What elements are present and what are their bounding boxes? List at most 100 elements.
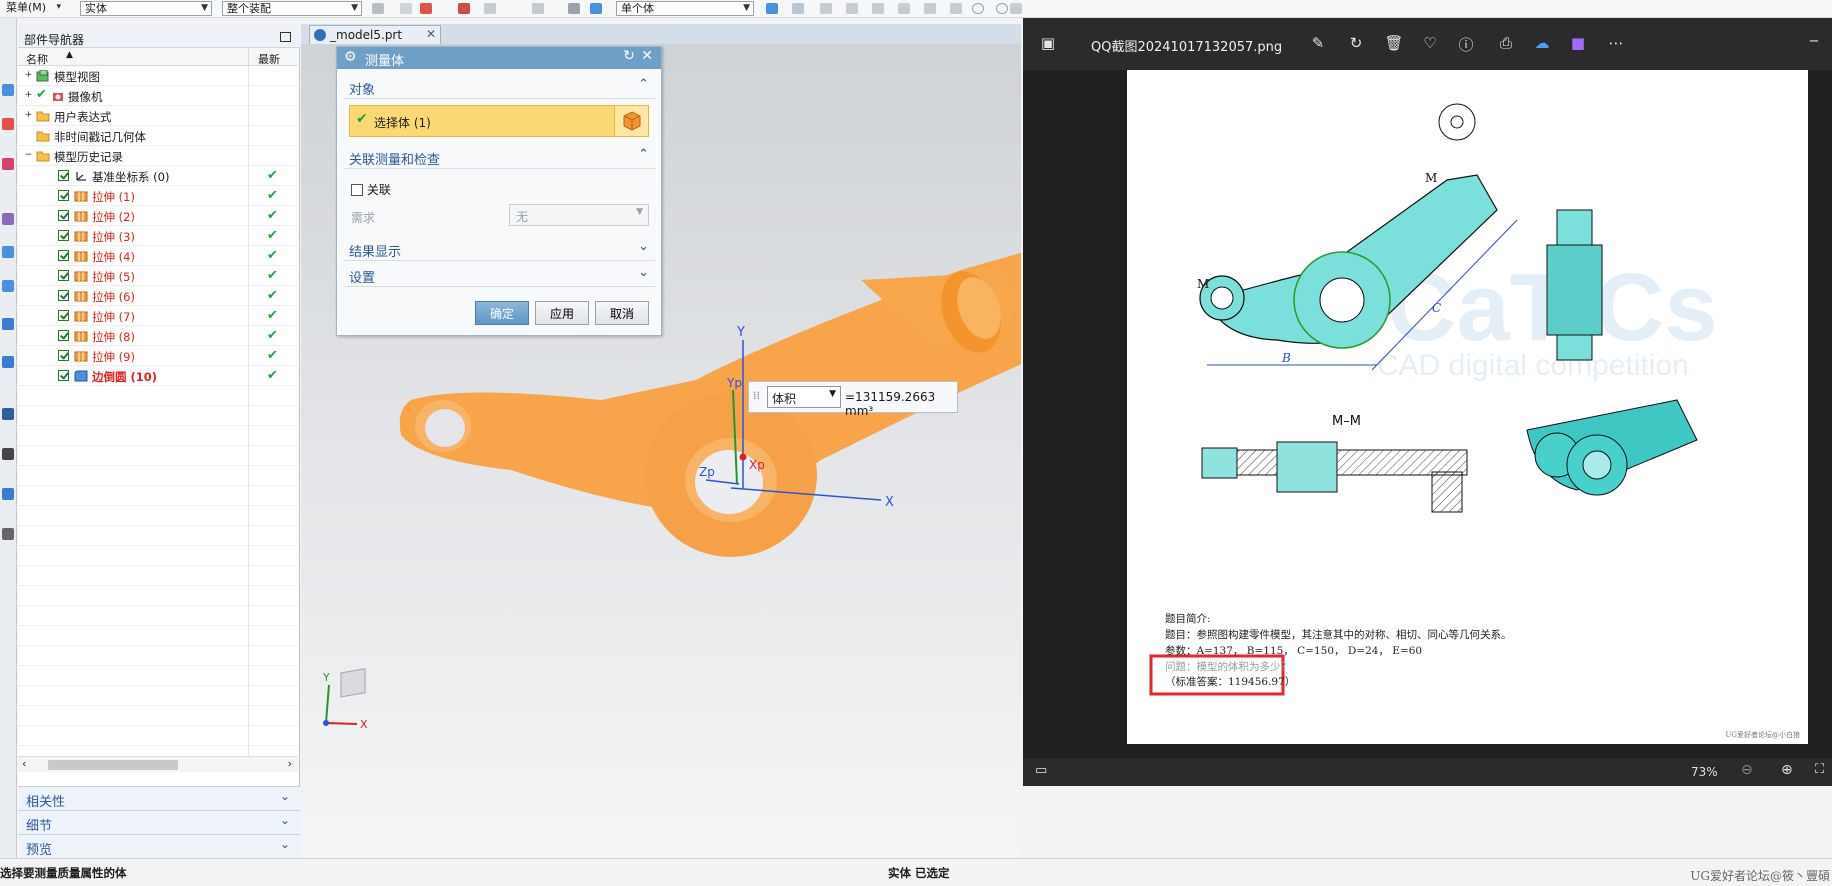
tree-row-extrude-6[interactable]: 拉伸 (6) ✔ [18, 286, 298, 306]
tree-row-model-history[interactable]: − 模型历史记录 [18, 146, 298, 166]
tree-row-user-expressions[interactable]: + 用户表达式 [18, 106, 298, 126]
tree-row-extrude-7[interactable]: 拉伸 (7) ✔ [18, 306, 298, 326]
info-icon[interactable]: ⓘ [1455, 34, 1477, 55]
tab-close-icon[interactable]: ✕ [426, 27, 436, 41]
ok-button[interactable]: 确定 [475, 301, 529, 325]
snap-spline-icon[interactable] [924, 3, 936, 14]
sort-ascending-icon[interactable]: ▲ [66, 50, 73, 60]
snap-point-icon[interactable] [1010, 3, 1022, 14]
horizontal-scrollbar[interactable]: ‹ › [18, 756, 298, 772]
maximize-icon[interactable] [280, 32, 291, 42]
assembly-nav-icon[interactable] [2, 84, 14, 96]
expand-icon[interactable]: + [24, 71, 33, 80]
reuse-library-icon[interactable] [2, 213, 14, 225]
apply-button[interactable]: 应用 [535, 301, 589, 325]
panel-details[interactable]: 细节 ⌄ [18, 810, 300, 834]
tree-row-cameras[interactable]: + ✔ 摄像机 [18, 86, 298, 106]
type-filter-select[interactable]: 实体 ▼ [80, 1, 212, 16]
part-nav-icon[interactable] [2, 158, 14, 170]
point-icon[interactable] [458, 3, 470, 14]
window-minimize-icon[interactable]: − [1803, 34, 1825, 49]
tab-model5[interactable]: _model5.prt ✕ [309, 25, 441, 44]
body-scope-select[interactable]: 单个体 ▼ [616, 1, 754, 16]
roles-icon[interactable] [2, 488, 14, 500]
visibility-checkbox[interactable] [58, 270, 69, 281]
snap-icon[interactable] [372, 3, 384, 14]
panel-preview[interactable]: 预览 ⌄ [18, 834, 300, 858]
measurement-type-select[interactable]: 体积 ▼ [767, 386, 841, 408]
visibility-checkbox[interactable] [58, 170, 69, 181]
visibility-checkbox[interactable] [58, 330, 69, 341]
collapse-icon[interactable]: − [24, 151, 33, 160]
section-settings[interactable]: 设置 ⌄ [343, 263, 655, 287]
tree-row-unused-geometry[interactable]: 非时间戳记几何体 [18, 126, 298, 146]
scrollbar-thumb[interactable] [48, 760, 178, 770]
body-selector-button[interactable] [614, 106, 648, 136]
fit-window-icon[interactable]: ⛶ [1815, 762, 1824, 777]
visibility-checkbox[interactable] [58, 230, 69, 241]
visibility-checkbox[interactable] [58, 310, 69, 321]
filter-icon[interactable] [420, 3, 432, 14]
cube-icon[interactable] [590, 3, 602, 14]
tree-row-extrude-1[interactable]: 拉伸 (1) ✔ [18, 186, 298, 206]
column-name-header[interactable]: 名称 [26, 51, 48, 67]
visibility-checkbox[interactable] [58, 370, 69, 381]
tree-row-extrude-2[interactable]: 拉伸 (2) ✔ [18, 206, 298, 226]
manufacturing-wizards-icon[interactable] [2, 448, 14, 460]
rotate-icon[interactable]: ↻ [1345, 34, 1367, 52]
menu-button[interactable]: 菜单(M) ▾ [2, 1, 64, 16]
snap-curve-icon[interactable] [898, 3, 910, 14]
visibility-checkbox[interactable] [58, 350, 69, 361]
edit-icon[interactable]: ✎ [1307, 34, 1329, 52]
cloud-icon[interactable]: ☁ [1531, 34, 1553, 52]
section-associative[interactable]: 关联测量和检查 ⌃ [343, 145, 655, 169]
tree-row-extrude-5[interactable]: 拉伸 (5) ✔ [18, 266, 298, 286]
web-browser-icon[interactable] [2, 280, 14, 292]
snap-mid-icon[interactable] [820, 3, 832, 14]
hd3d-icon[interactable] [2, 246, 14, 258]
associative-checkbox[interactable] [351, 184, 363, 196]
tree-row-extrude-9[interactable]: 拉伸 (9) ✔ [18, 346, 298, 366]
visibility-checkbox[interactable] [58, 290, 69, 301]
clipchamp-icon[interactable]: ■ [1567, 34, 1589, 52]
zoom-in-icon[interactable]: ⊕ [1781, 762, 1793, 778]
snap-end-icon[interactable] [792, 3, 804, 14]
intersect-icon[interactable] [484, 3, 496, 14]
history-icon[interactable] [2, 318, 14, 330]
view-icon[interactable] [568, 3, 580, 14]
tree-row-extrude-4[interactable]: 拉伸 (4) ✔ [18, 246, 298, 266]
snap-center-icon[interactable] [972, 3, 984, 14]
favorite-icon[interactable]: ♡ [1419, 34, 1441, 52]
dialog-titlebar[interactable]: ⚙ 测量体 ↻ ✕ [337, 47, 661, 69]
panel-dependencies[interactable]: 相关性 ⌄ [18, 786, 300, 810]
visibility-checkbox[interactable] [58, 250, 69, 261]
tree-row-extrude-3[interactable]: 拉伸 (3) ✔ [18, 226, 298, 246]
rect-select-icon[interactable] [532, 3, 544, 14]
tools-icon[interactable] [2, 528, 14, 540]
reset-icon[interactable]: ↻ [623, 48, 635, 64]
zoom-out-icon[interactable]: ⊖ [1741, 762, 1753, 778]
more-icon[interactable]: ⋯ [1605, 34, 1627, 52]
column-latest-header[interactable]: 最新 [258, 51, 280, 67]
select-body-row[interactable]: ✔ 选择体 (1) [349, 105, 649, 137]
tree-row-extrude-8[interactable]: 拉伸 (8) ✔ [18, 326, 298, 346]
delete-icon[interactable]: 🗑 [1383, 34, 1405, 52]
close-icon[interactable]: ✕ [641, 48, 653, 64]
column-divider[interactable] [248, 48, 249, 66]
snap-line-icon[interactable] [846, 3, 858, 14]
process-studio-icon[interactable] [2, 408, 14, 420]
section-results-display[interactable]: 结果显示 ⌄ [343, 237, 655, 261]
cancel-button[interactable]: 取消 [595, 301, 649, 325]
selection-scope-select[interactable]: 整个装配 ▼ [222, 1, 362, 16]
drag-handle-icon[interactable]: ⁞⁞ [753, 389, 760, 402]
snap-quadrant-icon[interactable] [996, 3, 1008, 14]
arrow-icon[interactable] [766, 3, 778, 14]
expand-icon[interactable]: + [24, 91, 33, 100]
system-materials-icon[interactable] [2, 356, 14, 368]
expand-icon[interactable]: + [24, 111, 33, 120]
gallery-icon[interactable]: ▣ [1037, 34, 1059, 52]
print-icon[interactable]: ⎙ [1495, 34, 1517, 52]
constraint-nav-icon[interactable] [2, 118, 14, 130]
snap-tangent-icon[interactable] [950, 3, 962, 14]
snap-arc-icon[interactable] [872, 3, 884, 14]
